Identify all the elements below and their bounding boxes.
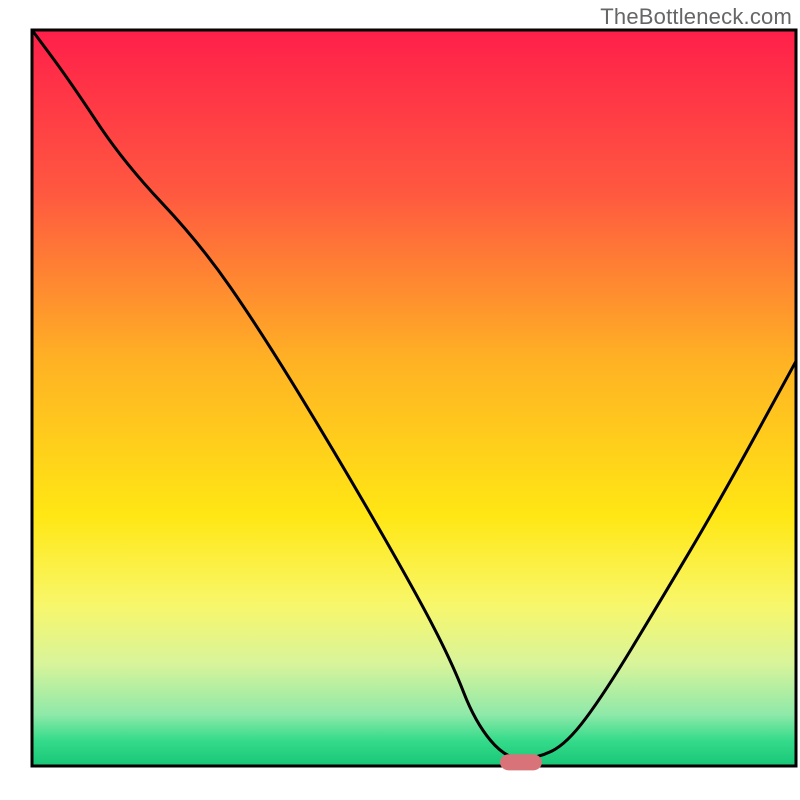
watermark-label: TheBottleneck.com (600, 4, 792, 30)
optimal-marker (500, 754, 542, 770)
bottleneck-chart (0, 0, 800, 800)
plot-background (32, 30, 796, 766)
chart-container: TheBottleneck.com (0, 0, 800, 800)
